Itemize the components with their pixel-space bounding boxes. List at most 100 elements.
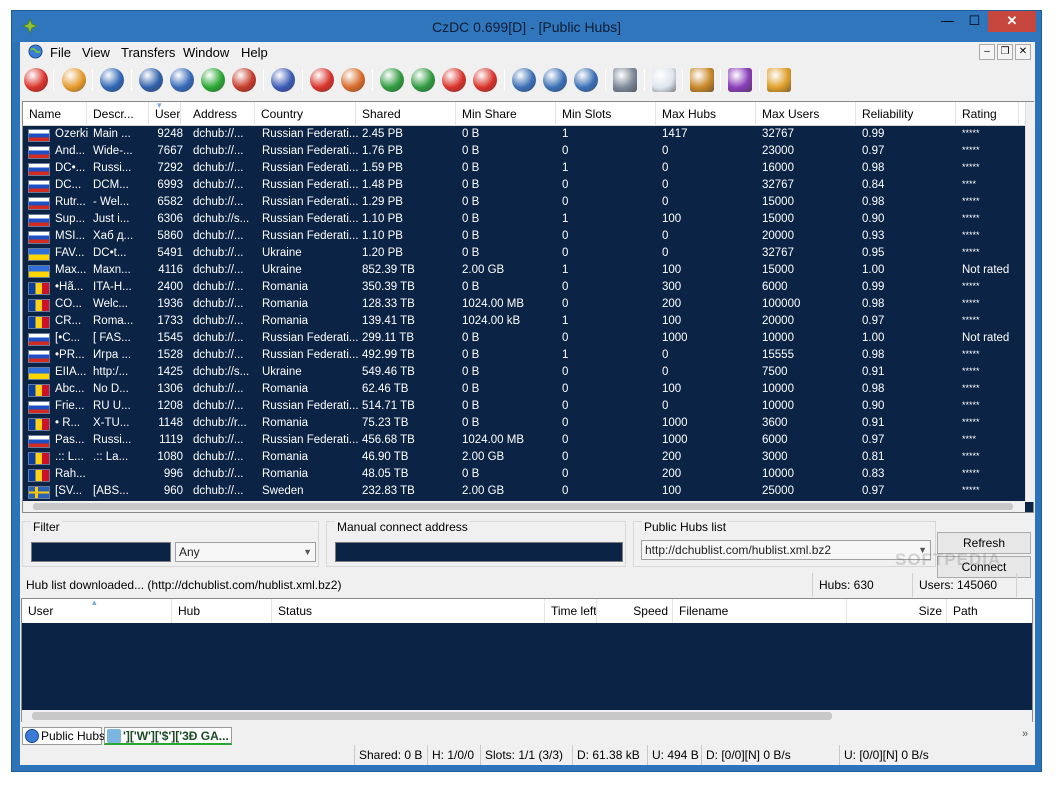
hub-row[interactable]: .:: L... .:: La... 1080 dchub://... Romania 4…	[23, 450, 1025, 467]
favorite-users-icon[interactable]	[341, 68, 365, 92]
hubs-horizontal-scrollbar[interactable]	[23, 501, 1025, 512]
transfer-column-filename[interactable]: Filename	[673, 599, 847, 623]
column-header-max-hubs[interactable]: Max Hubs	[656, 102, 756, 126]
check-icon[interactable]	[271, 68, 295, 92]
transfers-horizontal-scrollbar[interactable]	[22, 710, 1032, 722]
column-header-users[interactable]: Users	[149, 102, 181, 126]
hub-row[interactable]: And... Wide-... 7667 dchub://... Russian Fed…	[23, 144, 1025, 161]
reconnect-icon[interactable]	[139, 68, 163, 92]
mdi-minimize-button[interactable]: –	[979, 44, 995, 60]
hub-row[interactable]: Max... Maxn... 4116 dchub://... Ukraine 852.3…	[23, 263, 1025, 280]
column-header-rating[interactable]: Rating	[956, 102, 1019, 126]
open-file-list-icon[interactable]	[690, 68, 714, 92]
title-bar[interactable]: CzDC 0.699[D] - [Public Hubs] — ☐ ✕	[12, 11, 1041, 42]
toolbar-separator	[759, 69, 760, 91]
maximize-button[interactable]: ☐	[961, 11, 988, 32]
hub-controls-panel: Filter Any ▼ Manual connect address Publ…	[20, 515, 1035, 578]
hub-row[interactable]: Rah... 996 dchub://... Romania 48.05 TB 0 B 0 2…	[23, 467, 1025, 484]
hub-row[interactable]: •Hã... ITA-H... 2400 dchub://... Romania 350.…	[23, 280, 1025, 297]
hub-row[interactable]: Rutr... - Wel... 6582 dchub://... Russian Fe…	[23, 195, 1025, 212]
transfer-column-user[interactable]: User	[22, 599, 172, 623]
mdi-restore-button[interactable]: ❐	[997, 44, 1013, 60]
settings-icon[interactable]	[767, 68, 791, 92]
menu-help[interactable]: Help	[241, 45, 268, 60]
hub-row[interactable]: ÈÏIÄ... http:/... 1425 dchub://s... Ukraine 5…	[23, 365, 1025, 382]
hub-row[interactable]: • R... X-TU... 1148 dchub://r... Romania 75.2…	[23, 416, 1025, 433]
menu-file[interactable]: File	[50, 45, 71, 60]
disconnect-icon[interactable]	[24, 68, 48, 92]
menu-transfers[interactable]: Transfers	[121, 45, 175, 60]
country-flag-ua-icon	[28, 367, 50, 380]
mdi-globe-icon[interactable]	[28, 44, 43, 59]
hub-row[interactable]: DC•... Russi... 7292 dchub://... Russian Fed…	[23, 161, 1025, 178]
adl-search-icon[interactable]	[543, 68, 567, 92]
column-header-address[interactable]: Address	[187, 102, 255, 126]
follow-redirect-icon[interactable]	[170, 68, 194, 92]
hub-row[interactable]: FAV... DC•t... 5491 dchub://... Ukraine 1.20 …	[23, 246, 1025, 263]
hublist-url-select[interactable]: http://dchublist.com/hublist.xml.bz2 ▼	[641, 540, 931, 560]
notepad-icon[interactable]	[652, 68, 676, 92]
public-hubs-icon[interactable]	[100, 68, 124, 92]
filter-column-value: Any	[179, 545, 200, 559]
finished-uploads-icon[interactable]	[473, 68, 497, 92]
plugins-icon[interactable]	[728, 68, 752, 92]
hub-cell-maxusers: 100000	[762, 298, 801, 310]
hubs-vertical-scrollbar[interactable]	[1025, 102, 1034, 502]
hub-row[interactable]: [SV... [ABS... 960 dchub://... Sweden 232.83 …	[23, 484, 1025, 501]
hub-row[interactable]: CO... Welc... 1936 dchub://... Romania 128.33…	[23, 297, 1025, 314]
folder-open-icon[interactable]	[62, 68, 86, 92]
transfer-column-hub[interactable]: Hub	[172, 599, 272, 623]
tab-hub[interactable]: ']['W']['$']['3Ð GA...	[104, 727, 232, 745]
hub-row[interactable]: Pas... Russi... 1119 dchub://... Russian Fed…	[23, 433, 1025, 450]
finished-downloads-icon[interactable]	[411, 68, 435, 92]
column-header-country[interactable]: Country	[255, 102, 356, 126]
upload-queue-icon[interactable]	[442, 68, 466, 92]
column-header-max-users[interactable]: Max Users	[756, 102, 856, 126]
filter-column-select[interactable]: Any ▼	[175, 542, 316, 562]
tab-scroll-icon[interactable]: »	[1022, 728, 1028, 740]
hub-row[interactable]: MSI... Хаб д... 5860 dchub://... Russian Fed…	[23, 229, 1025, 246]
hub-row[interactable]: •PR... Игра ... 1528 dchub://... Russian Fed…	[23, 348, 1025, 365]
hub-row[interactable]: Frie... RU U... 1208 dchub://... Russian Fed…	[23, 399, 1025, 416]
menu-window[interactable]: Window	[183, 45, 229, 60]
search-icon[interactable]	[512, 68, 536, 92]
manual-address-input[interactable]	[335, 542, 623, 562]
column-header-reliability[interactable]: Reliability	[856, 102, 956, 126]
hub-cell-users: 1425	[157, 366, 183, 378]
hub-row[interactable]: DC... DCM... 6993 dchub://... Russian Federa…	[23, 178, 1025, 195]
transfer-column-time-left[interactable]: Time left	[545, 599, 597, 623]
column-header-min-slots[interactable]: Min Slots	[556, 102, 656, 126]
hub-cell-minslots: 0	[562, 230, 569, 242]
download-queue-icon[interactable]	[380, 68, 404, 92]
transfer-column-speed[interactable]: Speed	[597, 599, 673, 623]
green-ball-icon[interactable]	[201, 68, 225, 92]
transfers-list: User Hub Status Time left Speed Filename Size P…	[21, 597, 1034, 722]
hub-row[interactable]: Abc... No D... 1306 dchub://... Romania 62.46…	[23, 382, 1025, 399]
search-spy-magnifier-icon[interactable]	[574, 68, 598, 92]
hub-row[interactable]: CR... Roma... 1733 dchub://... Romania 139.41…	[23, 314, 1025, 331]
transfer-column-path[interactable]: Path	[947, 599, 1034, 623]
minimize-button[interactable]: —	[934, 11, 961, 32]
close-button[interactable]: ✕	[988, 11, 1036, 32]
column-header-shared[interactable]: Shared	[356, 102, 456, 126]
hub-row[interactable]: Sup... Just i... 6306 dchub://s... Russian F…	[23, 212, 1025, 229]
column-header-descr[interactable]: Descr...	[87, 102, 149, 126]
mdi-close-button[interactable]: ✕	[1015, 44, 1031, 60]
network-stats-icon[interactable]	[613, 68, 637, 92]
favorites-icon[interactable]	[310, 68, 334, 92]
column-header-min-share[interactable]: Min Share	[456, 102, 556, 126]
hub-row[interactable]: [•C... [ FAS... 1545 dchub://... Russian Fed…	[23, 331, 1025, 348]
country-flag-ru-icon	[28, 146, 50, 159]
menu-view[interactable]: View	[82, 45, 110, 60]
hub-row[interactable]: Ozerki Main ... 9248 dchub://... Russian Fed…	[23, 127, 1025, 144]
transfer-column-size[interactable]: Size	[847, 599, 947, 623]
column-header-name[interactable]: Name	[23, 102, 87, 126]
search-spy-icon[interactable]	[232, 68, 256, 92]
transfers-scroll-thumb[interactable]	[32, 712, 832, 720]
hub-cell-users: 1080	[157, 451, 183, 463]
hubs-scroll-thumb[interactable]	[33, 503, 1013, 510]
hub-cell-minslots: 0	[562, 247, 569, 259]
transfer-column-status[interactable]: Status	[272, 599, 545, 623]
tab-public-hubs[interactable]: Public Hubs	[22, 727, 105, 745]
filter-input[interactable]	[31, 542, 171, 562]
